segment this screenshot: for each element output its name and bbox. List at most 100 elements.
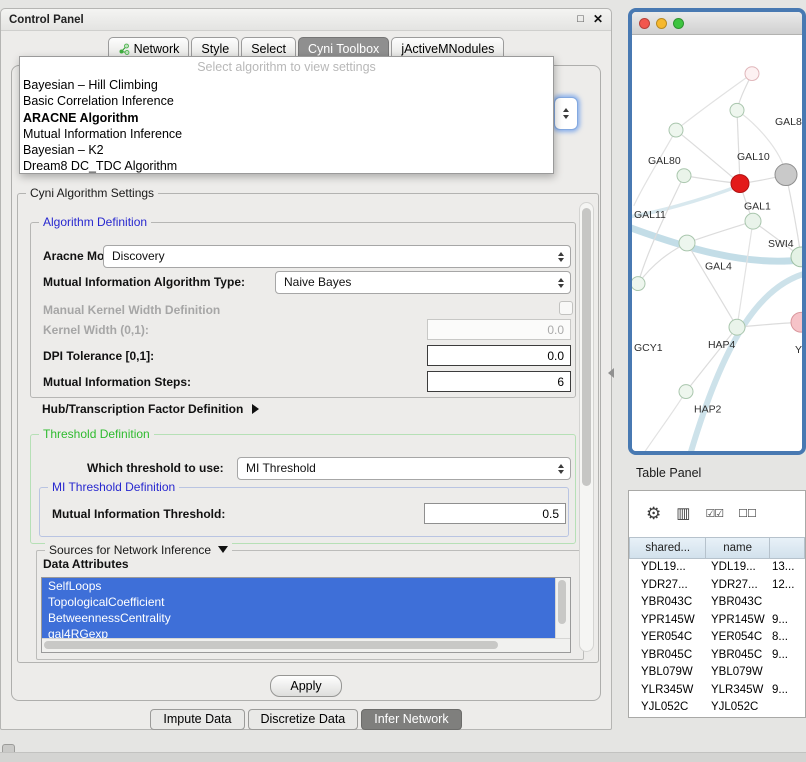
window-title: Control Panel bbox=[9, 14, 84, 26]
aracne-mode-value: Discovery bbox=[112, 249, 165, 263]
network-node[interactable] bbox=[677, 169, 691, 183]
mi-type-select[interactable]: Naive Bayes bbox=[275, 271, 571, 294]
close-window-icon[interactable]: ✕ bbox=[593, 14, 603, 25]
network-node[interactable] bbox=[745, 213, 761, 229]
network-edge[interactable] bbox=[634, 130, 676, 205]
table-cell: 9... bbox=[770, 682, 805, 700]
algorithm-option-mutual-information-inference[interactable]: Mutual Information Inference bbox=[20, 126, 553, 142]
table-cell: 13... bbox=[770, 559, 805, 577]
data-attributes-list[interactable]: SelfLoopsTopologicalCoefficientBetweenne… bbox=[41, 577, 571, 653]
network-edge[interactable] bbox=[644, 392, 686, 451]
bottom-tab-impute-data[interactable]: Impute Data bbox=[150, 709, 244, 730]
attribute-item-selfloops[interactable]: SelfLoops bbox=[42, 578, 556, 594]
float-window-icon[interactable]: □ bbox=[577, 14, 584, 25]
algorithm-option-aracne-algorithm[interactable]: ARACNE Algorithm bbox=[20, 110, 553, 126]
network-edge[interactable] bbox=[737, 110, 740, 183]
node-label-hap4: HAP4 bbox=[708, 340, 736, 351]
minimize-traffic-light[interactable] bbox=[656, 18, 667, 29]
network-node[interactable] bbox=[791, 312, 802, 332]
network-node[interactable] bbox=[679, 235, 695, 251]
hub-definition-expander[interactable]: Hub/Transcription Factor Definition bbox=[42, 402, 259, 416]
zoom-traffic-light[interactable] bbox=[673, 18, 684, 29]
dpi-tolerance-field[interactable]: 0.0 bbox=[427, 345, 571, 366]
table-row[interactable]: YBR045CYBR045C9... bbox=[629, 647, 805, 665]
table-cell: YDR27... bbox=[629, 577, 707, 595]
network-node[interactable] bbox=[679, 385, 693, 399]
algorithm-option-basic-correlation-inference[interactable]: Basic Correlation Inference bbox=[20, 93, 553, 109]
attributes-horizontal-scrollbar[interactable] bbox=[42, 638, 570, 652]
kernel-width-field[interactable]: 0.0 bbox=[427, 319, 571, 340]
algorithm-option-bayesian-k2[interactable]: Bayesian – K2 bbox=[20, 142, 553, 158]
network-view-window: GAL8GAL80GAL10GAL11GAL1SWI4GAL4GCY1HAP4H… bbox=[628, 8, 806, 455]
hide-columns-icon[interactable]: ☐☐ bbox=[738, 506, 756, 522]
bottom-tab-infer-network[interactable]: Infer Network bbox=[361, 709, 461, 730]
attribute-item-topologicalcoefficient[interactable]: TopologicalCoefficient bbox=[42, 594, 556, 610]
network-edge[interactable] bbox=[687, 221, 753, 243]
table-cell: YBL079W bbox=[629, 664, 707, 682]
mi-threshold-label: Mutual Information Threshold: bbox=[52, 507, 225, 521]
network-node[interactable] bbox=[745, 67, 759, 81]
column-header-1[interactable]: shared... bbox=[629, 537, 706, 559]
columns-icon[interactable]: ▥ bbox=[676, 506, 690, 522]
table-row[interactable]: YBR043CYBR043C bbox=[629, 594, 805, 612]
table-row[interactable]: YJL052CYJL052C bbox=[629, 699, 805, 717]
attributes-vertical-scrollbar[interactable] bbox=[555, 578, 570, 639]
column-header-2[interactable]: name bbox=[706, 537, 769, 559]
show-checked-columns-icon[interactable]: ☑☑ bbox=[705, 506, 723, 522]
table-row[interactable]: YER054CYER054C8... bbox=[629, 629, 805, 647]
table-row[interactable]: YPR145WYPR145W9... bbox=[629, 612, 805, 630]
stepper-icon bbox=[554, 272, 567, 293]
settings-scrollbar[interactable] bbox=[579, 202, 594, 652]
bottom-tab-discretize-data[interactable]: Discretize Data bbox=[248, 709, 359, 730]
node-label-gcy1: GCY1 bbox=[634, 343, 663, 354]
mi-threshold-field[interactable]: 0.5 bbox=[424, 503, 566, 524]
sources-expander[interactable]: Sources for Network Inference bbox=[45, 543, 232, 557]
table-cell: YJL052C bbox=[707, 699, 770, 717]
table-cell: 8... bbox=[770, 629, 805, 647]
table-cell: YDR27... bbox=[707, 577, 770, 595]
network-node[interactable] bbox=[632, 277, 645, 291]
table-cell: YDL19... bbox=[629, 559, 707, 577]
table-cell bbox=[770, 664, 805, 682]
tab-label: Style bbox=[201, 41, 229, 57]
table-row[interactable]: YBL079WYBL079W bbox=[629, 664, 805, 682]
table-cell bbox=[770, 699, 805, 717]
aracne-mode-select[interactable]: Discovery bbox=[103, 245, 571, 268]
mi-steps-field[interactable]: 6 bbox=[427, 371, 571, 392]
algorithm-definition-title: Algorithm Definition bbox=[39, 215, 151, 229]
algorithm-option-dream8-dc-tdc-algorithm[interactable]: Dream8 DC_TDC Algorithm bbox=[20, 158, 553, 174]
algorithm-combobox-stepper[interactable] bbox=[554, 97, 578, 130]
network-window-titlebar[interactable] bbox=[632, 12, 802, 35]
table-cell: YBR043C bbox=[629, 594, 707, 612]
table-panel-title: Table Panel bbox=[636, 466, 701, 480]
close-traffic-light[interactable] bbox=[639, 18, 650, 29]
network-node[interactable] bbox=[775, 164, 797, 186]
control-panel-titlebar[interactable]: Control Panel □ ✕ bbox=[1, 9, 611, 31]
mi-threshold-group: MI Threshold Definition Mutual Informati… bbox=[39, 487, 569, 537]
tab-label: Select bbox=[251, 41, 286, 57]
network-edge[interactable] bbox=[686, 327, 737, 391]
which-threshold-select[interactable]: MI Threshold bbox=[237, 457, 571, 480]
settings-gear-icon[interactable]: ⚙ bbox=[646, 506, 661, 522]
algorithm-option-bayesian-hill-climbing[interactable]: Bayesian – Hill Climbing bbox=[20, 77, 553, 93]
network-edge[interactable] bbox=[690, 273, 802, 451]
apply-button[interactable]: Apply bbox=[270, 675, 342, 697]
network-node[interactable] bbox=[730, 103, 744, 117]
network-node[interactable] bbox=[729, 319, 745, 335]
kernel-width-label: Kernel Width (0,1): bbox=[43, 323, 149, 337]
table-row[interactable]: YDR27...YDR27...12... bbox=[629, 577, 805, 595]
network-node[interactable] bbox=[731, 175, 749, 193]
attribute-item-betweennesscentrality[interactable]: BetweennessCentrality bbox=[42, 610, 556, 626]
settings-scrollbar-thumb[interactable] bbox=[582, 208, 591, 486]
table-cell bbox=[770, 594, 805, 612]
manual-kernel-checkbox[interactable] bbox=[559, 301, 573, 315]
mi-type-label: Mutual Information Algorithm Type: bbox=[43, 275, 245, 289]
column-header-3[interactable] bbox=[770, 537, 805, 559]
splitter-collapse-icon[interactable] bbox=[608, 368, 614, 378]
node-label-gal10: GAL10 bbox=[737, 152, 770, 163]
network-canvas[interactable]: GAL8GAL80GAL10GAL11GAL1SWI4GAL4GCY1HAP4H… bbox=[632, 35, 802, 451]
table-row[interactable]: YDL19...YDL19...13... bbox=[629, 559, 805, 577]
network-edge[interactable] bbox=[676, 74, 752, 130]
network-node[interactable] bbox=[669, 123, 683, 137]
table-row[interactable]: YLR345WYLR345W9... bbox=[629, 682, 805, 700]
